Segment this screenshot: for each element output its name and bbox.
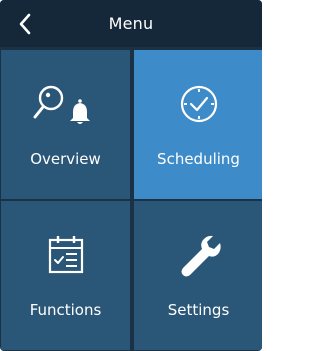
- tile-label: Overview: [30, 150, 101, 168]
- tile-label: Scheduling: [157, 150, 240, 168]
- tile-scheduling[interactable]: Scheduling: [134, 50, 262, 199]
- header-bar: Menu: [0, 0, 262, 47]
- tile-overview[interactable]: Overview: [1, 50, 130, 199]
- tile-settings[interactable]: Settings: [134, 201, 262, 350]
- calendar-icon: [48, 236, 83, 274]
- tile-label: Functions: [29, 301, 102, 319]
- search-bell-icon: [33, 85, 90, 124]
- tile-functions[interactable]: Functions: [1, 201, 130, 350]
- wrench-icon: [181, 235, 221, 277]
- device-screen: Menu Overview Scheduling Functions Setti…: [0, 0, 262, 351]
- clock-icon: [180, 85, 217, 123]
- tile-label: Settings: [167, 301, 230, 319]
- page-title: Menu: [108, 14, 154, 33]
